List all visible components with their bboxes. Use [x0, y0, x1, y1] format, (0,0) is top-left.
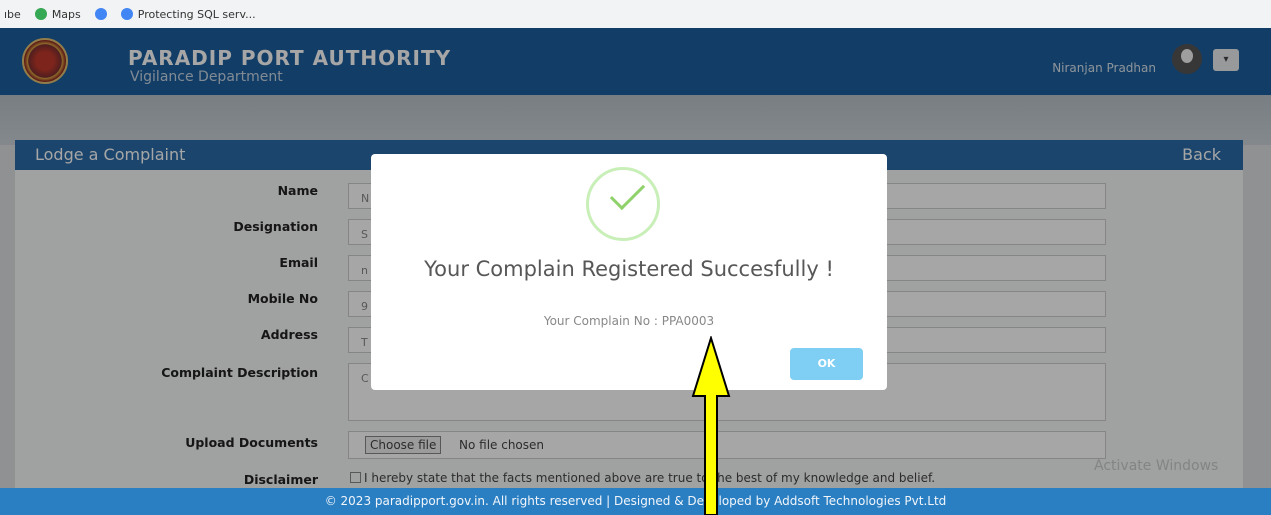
- bookmark-google[interactable]: [94, 8, 107, 20]
- maps-icon: [34, 8, 47, 20]
- bookmark-sql[interactable]: Protecting SQL serv...: [120, 7, 256, 21]
- bookmarks-bar: ıbe Maps Protecting SQL serv...: [0, 0, 1271, 28]
- bookmark-label: Protecting SQL serv...: [137, 7, 256, 21]
- footer: © 2023 paradipport.gov.in. All rights re…: [0, 488, 1271, 515]
- bookmark-label: ıbe: [4, 7, 21, 21]
- google-icon: [94, 8, 107, 20]
- bookmark-item[interactable]: ıbe: [4, 8, 21, 21]
- success-modal: Your Complain Registered Succesfully ! Y…: [371, 154, 887, 390]
- complaint-number: Your Complain No : PPA0003: [543, 314, 715, 328]
- bookmark-maps[interactable]: Maps: [34, 7, 81, 21]
- google-icon: [120, 8, 133, 20]
- success-check-icon: [586, 167, 660, 241]
- bookmark-label: Maps: [51, 7, 81, 21]
- modal-title: Your Complain Registered Succesfully !: [424, 257, 834, 281]
- ok-button[interactable]: OK: [790, 348, 863, 380]
- arrow-annotation: [691, 336, 731, 515]
